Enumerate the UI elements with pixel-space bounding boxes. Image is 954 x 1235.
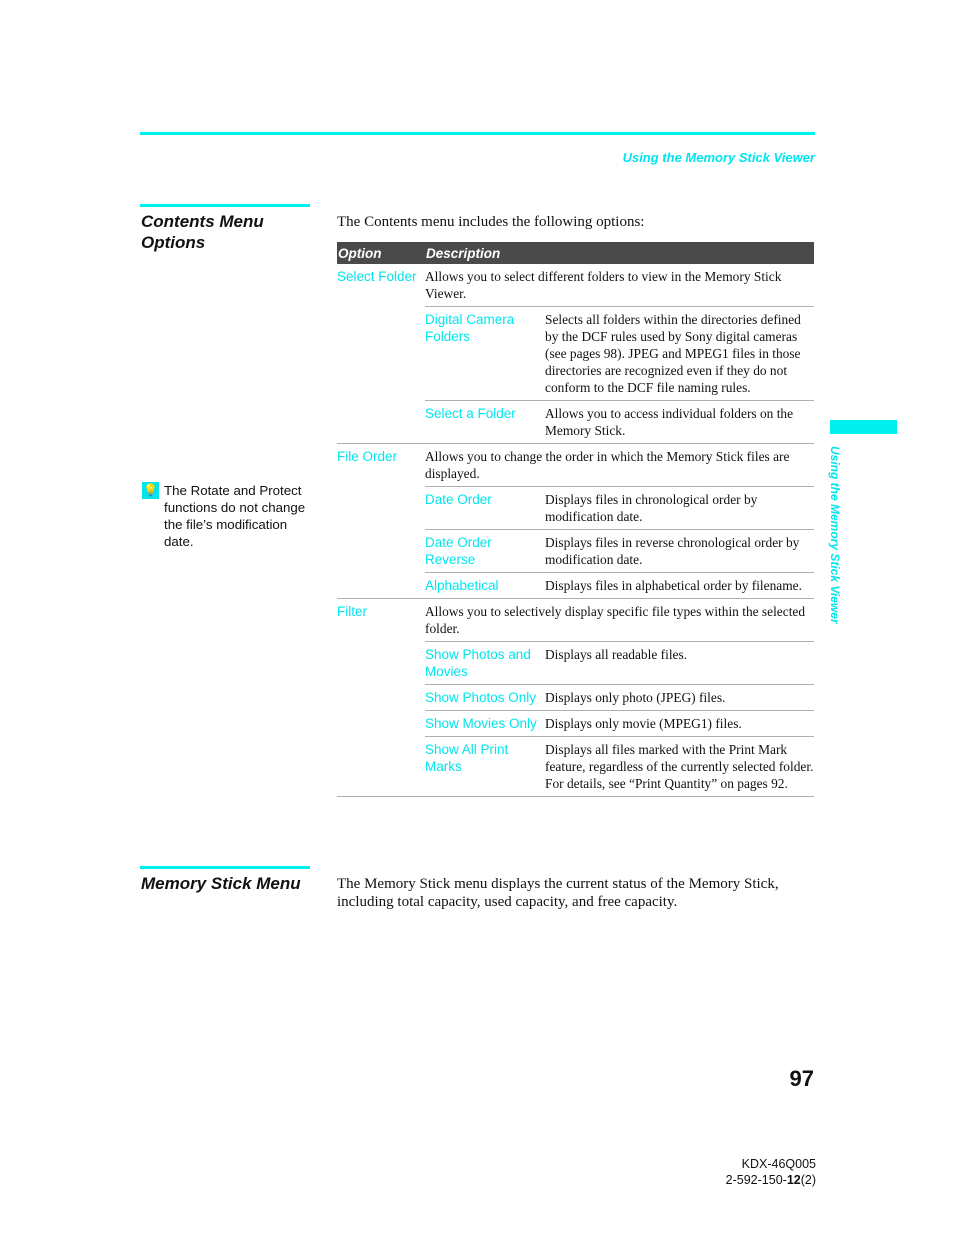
sub-option-description: Displays files in chronological order by…: [545, 486, 814, 530]
table-header: Option Description: [337, 242, 814, 264]
section-title-contents: Contents Menu Options: [141, 211, 264, 253]
option-description: Allows you to selectively display specif…: [425, 604, 806, 636]
tip-text: The Rotate and Protect functions do not …: [164, 483, 306, 549]
sub-option-description: Displays files in alphabetical order by …: [545, 572, 814, 599]
sub-option-label: Show Movies Only: [425, 710, 545, 737]
title-line: Contents Menu: [141, 212, 264, 231]
footer: KDX-46Q005 2-592-150-12(2): [726, 1156, 816, 1188]
top-rule: [140, 132, 815, 135]
sub-option-description: Displays files in reverse chronological …: [545, 529, 814, 573]
model-number: KDX-46Q005: [741, 1157, 816, 1171]
header-option: Option: [338, 245, 382, 261]
lightbulb-icon: 💡: [142, 482, 159, 499]
option-label: Select Folder: [337, 269, 417, 284]
running-head: Using the Memory Stick Viewer: [622, 150, 815, 165]
sub-option-description: Displays all files marked with the Print…: [545, 736, 814, 797]
sub-option-label: Alphabetical: [425, 572, 545, 599]
sub-option-label: Digital Camera Folders: [425, 306, 545, 401]
option-description: Allows you to change the order in which …: [425, 449, 790, 481]
side-tab-label: Using the Memory Stick Viewer: [828, 446, 842, 624]
option-row: Filter Allows you to selectively display …: [337, 599, 814, 642]
sub-option-description: Allows you to access individual folders …: [545, 400, 814, 444]
section-rule: [140, 204, 310, 207]
code-suffix: (2): [800, 1173, 816, 1187]
option-row: Select Folder Allows you to select differ…: [337, 264, 814, 307]
sub-option-label: Show All Print Marks: [425, 736, 545, 797]
option-label: File Order: [337, 449, 398, 464]
code-bold: 12: [786, 1173, 801, 1187]
header-description: Description: [426, 245, 501, 261]
sub-option-description: Displays all readable files.: [545, 641, 814, 685]
options-table: Option Description Select Folder Allows y…: [337, 242, 814, 797]
option-label: Filter: [337, 604, 367, 619]
sub-option-description: Displays only photo (JPEG) files.: [545, 684, 814, 711]
sub-option-label: Date Order: [425, 486, 545, 530]
sub-option-label: Show Photos Only: [425, 684, 545, 711]
group-divider: [337, 796, 814, 797]
sub-option-label: Date Order Reverse: [425, 529, 545, 573]
contents-intro: The Contents menu includes the following…: [337, 214, 645, 230]
tip-note: 💡 The Rotate and Protect functions do no…: [142, 482, 317, 550]
code-prefix: 2-592-150-: [725, 1173, 787, 1187]
section-title-memory-stick: Memory Stick Menu: [141, 874, 301, 893]
section-rule: [140, 866, 310, 869]
option-row: File Order Allows you to change the order…: [337, 444, 814, 487]
page-number: 97: [789, 1066, 814, 1091]
memory-stick-text: The Memory Stick menu displays the curre…: [337, 876, 779, 910]
side-tab-marker: [830, 420, 897, 434]
sub-option-description: Displays only movie (MPEG1) files.: [545, 710, 814, 737]
divider-line: [337, 796, 814, 797]
sub-option-label: Show Photos and Movies: [425, 641, 545, 685]
sub-option-label: Select a Folder: [425, 400, 545, 444]
part-code: 2-592-150-12(2): [726, 1172, 816, 1188]
title-line: Options: [141, 233, 206, 252]
option-description: Allows you to select different folders t…: [425, 269, 782, 301]
sub-option-description: Selects all folders within the directori…: [545, 306, 814, 401]
